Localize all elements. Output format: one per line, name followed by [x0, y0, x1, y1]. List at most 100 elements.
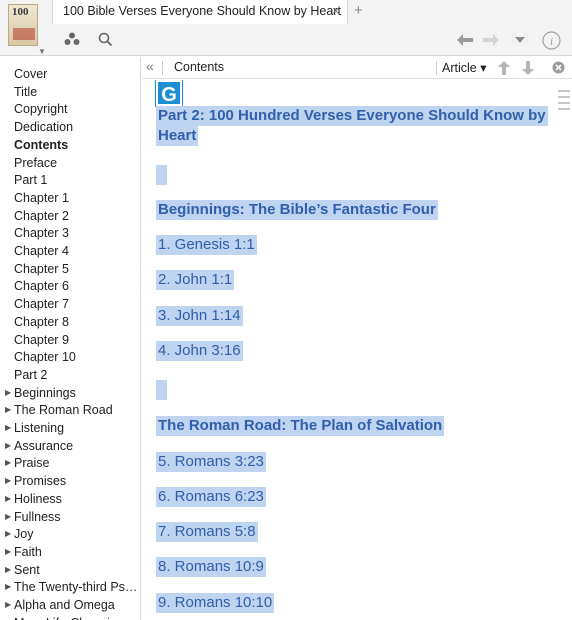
book-cover-art	[13, 28, 35, 40]
verse-link[interactable]: 1. Genesis 1:1	[156, 235, 257, 255]
sidebar-item[interactable]: Preface	[14, 154, 57, 172]
expand-arrow-icon[interactable]: ▶	[5, 543, 11, 561]
verse-link[interactable]: 5. Romans 3:23	[156, 452, 266, 472]
sidebar-item-label: Chapter 7	[14, 297, 69, 312]
verse-link[interactable]: 4. John 3:16	[156, 341, 243, 361]
sidebar-item[interactable]: Chapter 8	[14, 313, 69, 331]
dropdown-icon[interactable]	[515, 37, 525, 44]
close-icon[interactable]	[552, 61, 565, 74]
section-heading[interactable]: Beginnings: The Bible’s Fantastic Four	[156, 200, 438, 220]
chevron-down-icon[interactable]: ▼	[38, 47, 46, 56]
verse-link[interactable]: 3. John 1:14	[156, 306, 243, 326]
sidebar-item[interactable]: Copyright	[14, 100, 68, 118]
expand-arrow-icon[interactable]: ▶	[5, 578, 11, 596]
content-title: Contents	[174, 60, 225, 74]
sidebar-item[interactable]: ▶ Praise	[5, 454, 50, 472]
sidebar-item[interactable]: Part 1	[14, 171, 47, 189]
tab-book[interactable]: 100 Bible Verses Everyone Should Know by…	[52, 0, 348, 24]
sidebar-item[interactable]: Chapter 7	[14, 295, 69, 313]
sidebar-item[interactable]: Dedication	[14, 118, 73, 136]
expand-arrow-icon[interactable]: ▶	[5, 437, 11, 455]
sidebar-item[interactable]: Cover	[14, 65, 47, 83]
sidebar-item-label: Part 1	[14, 173, 48, 188]
expand-arrow-icon[interactable]: ▶	[5, 384, 11, 402]
sidebar-item-label: Cover	[14, 67, 48, 81]
expand-arrow-icon[interactable]: ▶	[5, 490, 11, 508]
sidebar-item-label: Praise	[14, 456, 50, 471]
sidebar-item[interactable]: ▶ Alpha and Omega	[5, 596, 115, 614]
back-icon[interactable]	[457, 34, 473, 46]
expand-arrow-icon[interactable]: ▶	[5, 454, 11, 472]
article-dropdown[interactable]: Article ▾	[442, 60, 486, 75]
expand-arrow-icon[interactable]: ▶	[5, 596, 11, 614]
sidebar-item[interactable]: Chapter 4	[14, 242, 69, 260]
expand-arrow-icon[interactable]: ▶	[5, 561, 11, 579]
sidebar-item[interactable]: ▶ Assurance	[5, 437, 73, 455]
expand-arrow-icon[interactable]: ▶	[5, 419, 11, 437]
sidebar-item[interactable]: Chapter 5	[14, 260, 69, 278]
sidebar-item[interactable]: Chapter 6	[14, 277, 69, 295]
sidebar-item[interactable]: Chapter 10	[14, 348, 76, 366]
section-heading[interactable]: The Roman Road: The Plan of Salvation	[156, 416, 445, 436]
sidebar-item-label: Preface	[14, 155, 58, 170]
expand-arrow-icon[interactable]: ▶	[5, 508, 11, 526]
sidebar-item-label: Chapter 5	[14, 261, 69, 276]
sidebar-item-label: Title	[14, 84, 38, 99]
sidebar-item[interactable]: Chapter 3	[14, 224, 69, 242]
sidebar-item-label: More Life-Changing	[14, 616, 124, 620]
sidebar-item[interactable]: Contents	[14, 136, 68, 154]
verse-link[interactable]: 7. Romans 5:8	[156, 522, 258, 542]
sidebar-item[interactable]: ▶ Joy	[5, 525, 33, 543]
divider	[162, 61, 163, 75]
search-icon[interactable]	[98, 32, 113, 47]
sidebar-item[interactable]: ▶ Faith	[5, 543, 42, 561]
close-icon[interactable]: ×	[332, 3, 340, 18]
sidebar-item[interactable]: ▶ Fullness	[5, 508, 61, 526]
verse-link[interactable]: 9. Romans 10:10	[156, 593, 275, 613]
sidebar-item-label: Listening	[14, 421, 65, 435]
expand-arrow-icon[interactable]: ▶	[5, 525, 11, 543]
sidebar-item-label: Promises	[14, 474, 67, 489]
resources-icon[interactable]	[64, 32, 80, 46]
info-icon[interactable]: i	[542, 31, 561, 50]
sidebar-item[interactable]: ▶ Sent	[5, 561, 40, 579]
sidebar-item-label: Part 2	[14, 367, 48, 382]
sidebar-item[interactable]: ▶ The Twenty-third Ps…	[5, 578, 137, 596]
forward-icon[interactable]	[483, 34, 499, 46]
arrow-up-icon[interactable]	[498, 61, 510, 75]
sidebar-item[interactable]: ▶ Promises	[5, 472, 67, 490]
empty-paragraph	[156, 380, 167, 400]
divider	[436, 61, 437, 75]
sidebar-item[interactable]: Chapter 1	[14, 189, 69, 207]
part-heading-continued[interactable]: Heart	[156, 126, 199, 146]
part-heading[interactable]: Part 2: 100 Hundred Verses Everyone Shou…	[156, 106, 548, 126]
expand-arrow-icon[interactable]: ▶	[5, 401, 11, 419]
verse-link[interactable]: 2. John 1:1	[156, 270, 235, 290]
verse-link[interactable]: 6. Romans 6:23	[156, 487, 266, 507]
sidebar-item-label: Chapter 10	[14, 350, 76, 365]
sidebar-item[interactable]: Title	[14, 83, 37, 101]
sidebar-item[interactable]: ▶ Listening	[5, 419, 65, 437]
expand-arrow-icon[interactable]: ▶	[5, 472, 11, 490]
scroll-to-top-icon[interactable]	[558, 86, 570, 116]
book-thumbnail-text: 100	[12, 6, 29, 18]
sidebar-item-label: Chapter 6	[14, 279, 69, 294]
new-tab-button[interactable]: +	[354, 2, 363, 19]
content-header: « Contents Article ▾	[142, 57, 572, 79]
sidebar-item[interactable]: Part 2	[14, 366, 47, 384]
sidebar-item[interactable]: Chapter 2	[14, 207, 69, 225]
sidebar-item[interactable]: ▶ Beginnings	[5, 384, 76, 402]
sidebar-item-label: Chapter 1	[14, 190, 69, 205]
arrow-down-icon[interactable]	[522, 61, 534, 75]
verse-link[interactable]: 8. Romans 10:9	[156, 557, 266, 577]
sidebar-item[interactable]: ▶ The Roman Road	[5, 401, 113, 419]
sidebar-item-label: Chapter 8	[14, 314, 69, 329]
sidebar-item-label: Dedication	[14, 120, 74, 135]
collapse-sidebar-button[interactable]: «	[146, 58, 154, 74]
sidebar-item[interactable]: Chapter 9	[14, 331, 69, 349]
book-thumbnail[interactable]: 100	[8, 4, 38, 46]
sidebar-item[interactable]: More Life-Changing	[14, 614, 124, 620]
sidebar-item[interactable]: ▶ Holiness	[5, 490, 62, 508]
reading-pane[interactable]: G Part 2: 100 Hundred Verses Everyone Sh…	[142, 80, 572, 620]
tab-title: 100 Bible Verses Everyone Should Know by…	[63, 4, 341, 18]
